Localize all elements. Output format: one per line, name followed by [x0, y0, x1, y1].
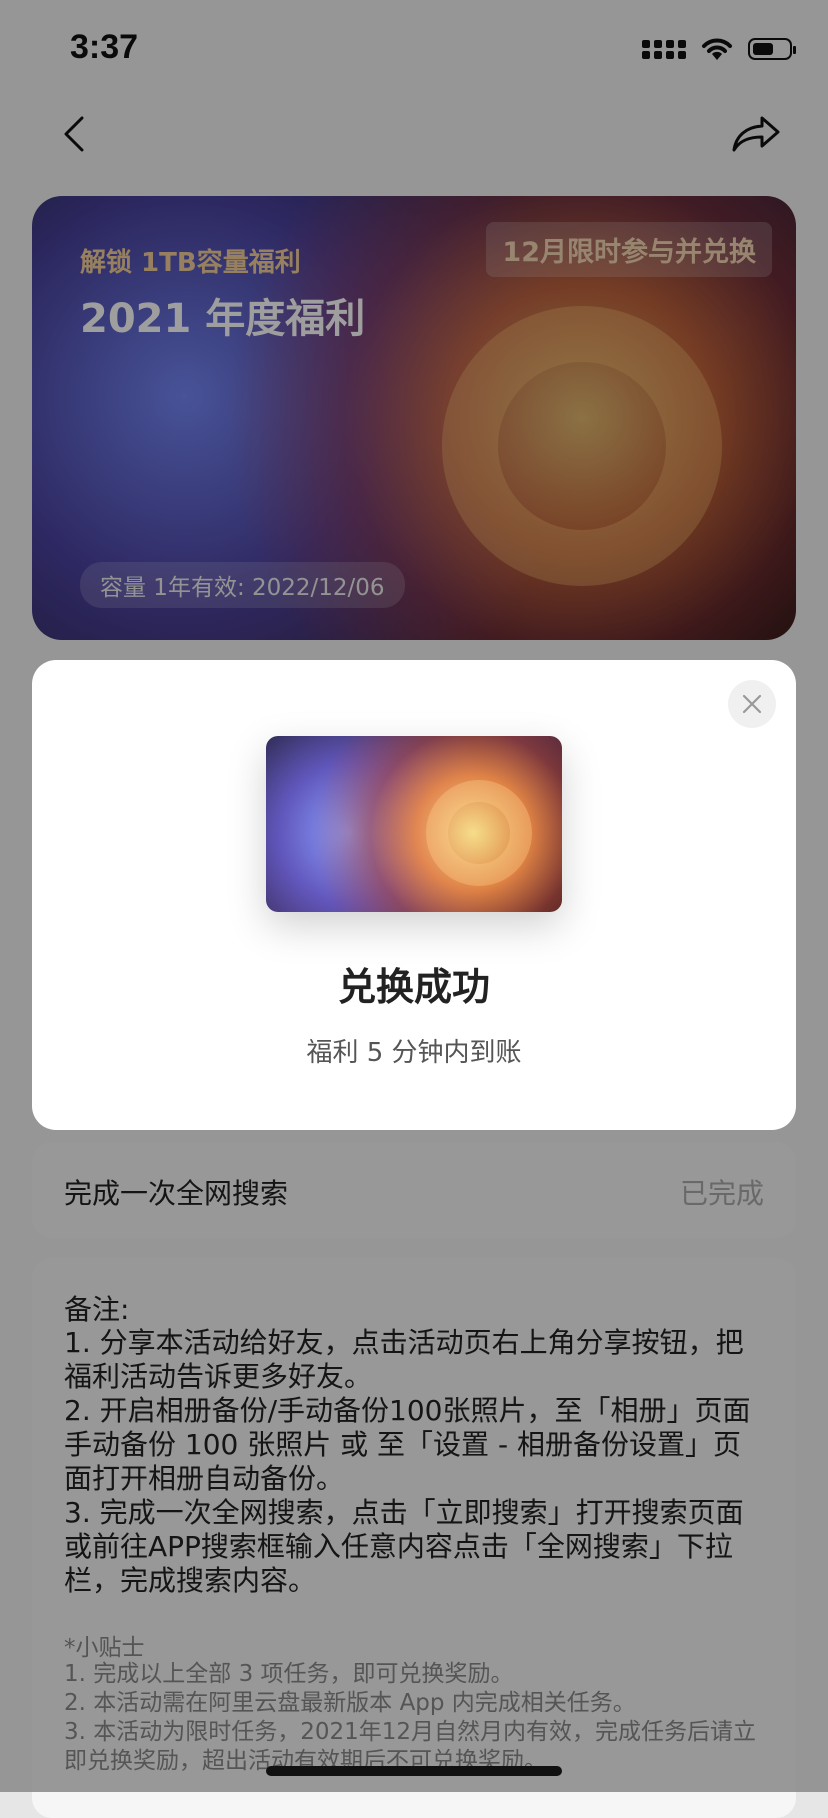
dialog-title: 兑换成功: [337, 965, 490, 1009]
reward-card-image: [266, 736, 562, 912]
close-button[interactable]: [728, 680, 776, 728]
home-indicator: [266, 1766, 562, 1776]
dialog-subtitle: 福利 5 分钟内到账: [306, 1038, 522, 1068]
redeem-success-dialog: 兑换成功 福利 5 分钟内到账: [32, 660, 796, 1130]
logo-ring-graphic: [426, 780, 532, 886]
close-icon: [742, 694, 762, 714]
